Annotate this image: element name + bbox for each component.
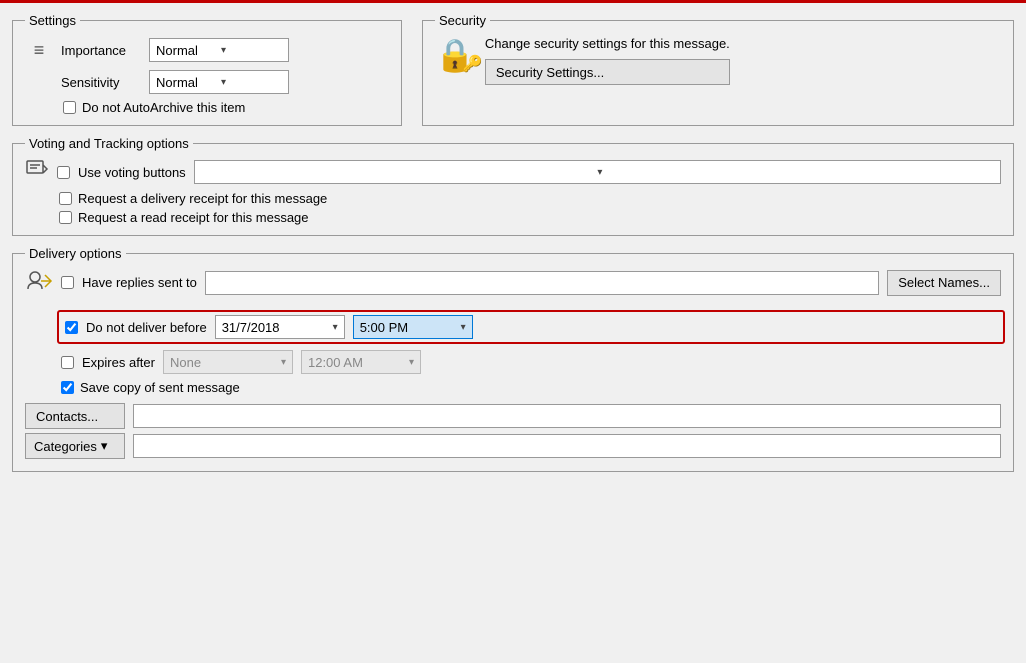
contacts-input[interactable]	[133, 404, 1001, 428]
expires-after-date-dropdown[interactable]: None ▾	[163, 350, 293, 374]
select-names-button[interactable]: Select Names...	[887, 270, 1001, 296]
categories-button-label: Categories	[34, 439, 97, 454]
sensitivity-arrow-icon: ▾	[221, 77, 282, 88]
expires-after-row: Expires after None ▾ 12:00 AM ▾	[25, 350, 1001, 374]
lock-icon-wrapper: 🔒 🔑	[435, 36, 475, 74]
have-replies-row: Have replies sent to Select Names...	[25, 267, 1001, 298]
autoarchive-label: Do not AutoArchive this item	[82, 100, 245, 115]
importance-label: Importance	[61, 43, 141, 58]
voting-buttons-checkbox[interactable]	[57, 166, 70, 179]
voting-dropdown-arrow-icon: ▾	[597, 167, 994, 178]
settings-legend: Settings	[25, 13, 80, 28]
settings-fieldset: Settings ≡ Importance Normal ▾ Sensitivi…	[12, 13, 402, 126]
do-not-deliver-row: Do not deliver before 31/7/2018 ▾ 5:00 P…	[57, 310, 1005, 344]
do-not-deliver-date-value: 31/7/2018	[222, 320, 280, 335]
sensitivity-row: Sensitivity Normal ▾	[25, 70, 389, 94]
voting-section: Voting and Tracking options Use voting b…	[12, 136, 1014, 236]
security-text-area: Change security settings for this messag…	[485, 36, 730, 85]
do-not-deliver-time-dropdown[interactable]: 5:00 PM ▾	[353, 315, 473, 339]
expires-date-arrow-icon: ▾	[281, 357, 286, 368]
read-receipt-label: Request a read receipt for this message	[78, 210, 309, 225]
save-copy-label: Save copy of sent message	[80, 380, 240, 395]
security-fieldset: Security 🔒 🔑 Change security settings fo…	[422, 13, 1014, 126]
save-copy-checkbox[interactable]	[61, 381, 74, 394]
security-settings-button[interactable]: Security Settings...	[485, 59, 730, 85]
autoarchive-row: Do not AutoArchive this item	[27, 100, 389, 115]
voting-fieldset: Voting and Tracking options Use voting b…	[12, 136, 1014, 236]
voting-buttons-label: Use voting buttons	[78, 165, 186, 180]
importance-value: Normal	[156, 43, 217, 58]
expires-after-date-value: None	[170, 355, 201, 370]
categories-arrow-icon: ▾	[101, 438, 108, 454]
date-arrow-icon: ▾	[333, 322, 338, 333]
categories-button[interactable]: Categories ▾	[25, 433, 125, 459]
security-legend: Security	[435, 13, 490, 28]
have-replies-label: Have replies sent to	[82, 275, 197, 290]
delivery-fieldset: Delivery options Have replies sent to Se…	[12, 246, 1014, 472]
categories-input[interactable]: None	[133, 434, 1001, 458]
sensitivity-dropdown[interactable]: Normal ▾	[149, 70, 289, 94]
security-description: Change security settings for this messag…	[485, 36, 730, 51]
read-receipt-checkbox[interactable]	[59, 211, 72, 224]
voting-buttons-dropdown[interactable]: ▾	[194, 160, 1001, 184]
delivery-receipt-label: Request a delivery receipt for this mess…	[78, 191, 327, 206]
contacts-button[interactable]: Contacts...	[25, 403, 125, 429]
voting-buttons-row: Use voting buttons ▾	[25, 157, 1001, 187]
expires-time-arrow-icon: ▾	[409, 357, 414, 368]
categories-row: Categories ▾ None	[25, 433, 1001, 459]
do-not-deliver-label: Do not deliver before	[86, 320, 207, 335]
sensitivity-label: Sensitivity	[61, 75, 141, 90]
key-icon: 🔑	[463, 54, 483, 74]
importance-arrow-icon: ▾	[221, 45, 282, 56]
importance-row: ≡ Importance Normal ▾	[25, 36, 389, 64]
delivery-legend: Delivery options	[25, 246, 126, 261]
voting-legend: Voting and Tracking options	[25, 136, 193, 151]
delivery-icon	[25, 267, 53, 298]
do-not-deliver-time-value: 5:00 PM	[360, 320, 408, 335]
settings-icon: ≡	[25, 36, 53, 64]
do-not-deliver-date-dropdown[interactable]: 31/7/2018 ▾	[215, 315, 345, 339]
have-replies-input[interactable]	[205, 271, 879, 295]
security-content: 🔒 🔑 Change security settings for this me…	[435, 36, 1001, 85]
save-copy-row: Save copy of sent message	[25, 380, 1001, 395]
have-replies-checkbox[interactable]	[61, 276, 74, 289]
expires-after-time-value: 12:00 AM	[308, 355, 363, 370]
importance-dropdown[interactable]: Normal ▾	[149, 38, 289, 62]
delivery-receipt-checkbox[interactable]	[59, 192, 72, 205]
time-arrow-icon: ▾	[461, 322, 466, 333]
expires-after-label: Expires after	[82, 355, 155, 370]
contacts-row: Contacts...	[25, 403, 1001, 429]
expires-after-checkbox[interactable]	[61, 356, 74, 369]
expires-after-time-dropdown[interactable]: 12:00 AM ▾	[301, 350, 421, 374]
voting-icon	[25, 157, 49, 187]
autoarchive-checkbox[interactable]	[63, 101, 76, 114]
read-receipt-row: Request a read receipt for this message	[27, 210, 1001, 225]
top-row: Settings ≡ Importance Normal ▾ Sensitivi…	[12, 13, 1014, 126]
delivery-receipt-row: Request a delivery receipt for this mess…	[27, 191, 1001, 206]
do-not-deliver-checkbox[interactable]	[65, 321, 78, 334]
sensitivity-value: Normal	[156, 75, 217, 90]
main-container: Settings ≡ Importance Normal ▾ Sensitivi…	[0, 0, 1026, 482]
